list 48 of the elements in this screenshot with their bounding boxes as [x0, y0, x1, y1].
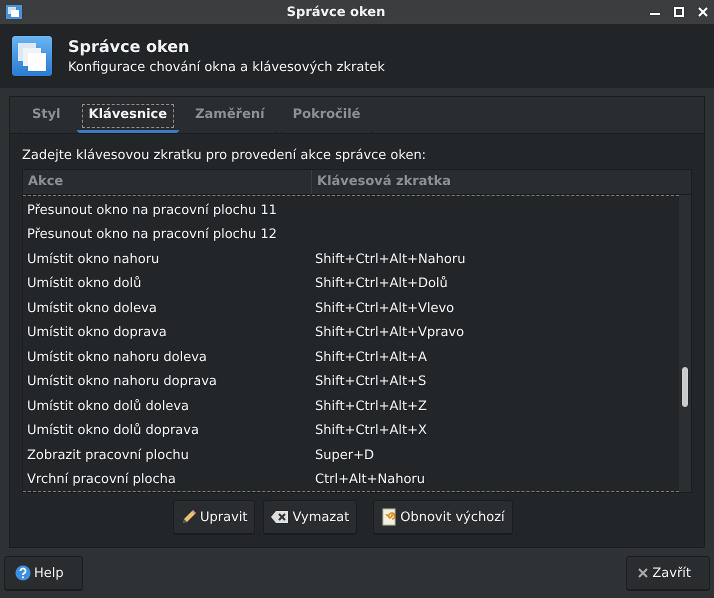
help-icon [15, 565, 31, 581]
close-icon[interactable] [698, 7, 708, 17]
tab[interactable]: Zaměření [183, 99, 277, 133]
table-cell-text: Zobrazit pracovní plochu [26, 448, 190, 463]
table-cell-text: Umístit okno nahoru doprava [26, 374, 218, 390]
edit-button[interactable]: Upravit [173, 500, 256, 534]
table-cell-text: Umístit okno doprava [26, 325, 168, 340]
header-subtitle: Konfigurace chování okna a klávesových zkratek [68, 60, 385, 75]
window-manager-icon [12, 36, 52, 76]
instruction-text: Zadejte klávesovou zkratku pro provedení akce správce oken: [22, 148, 428, 163]
table-cell-text: Shift+Ctrl+Alt+Vlevo [314, 300, 456, 316]
header-title: Správce oken [68, 37, 190, 56]
table-cell-text: Shift+Ctrl+Alt+Dolů [314, 276, 449, 292]
help-button[interactable]: Help [4, 556, 83, 590]
table-cell-text: Shift+Ctrl+Alt+Z [314, 398, 428, 414]
tab[interactable]: Pokročilé [280, 99, 372, 133]
table-cell-text: Shift+Ctrl+Alt+Nahoru [314, 252, 466, 267]
reset-button[interactable]: Obnovit výchozí [373, 500, 513, 534]
table-cell-text: Umístit okno nahoru doleva [26, 350, 208, 365]
window-manager-icon [6, 4, 22, 20]
table-cell-text: Umístit okno nahoru [26, 252, 160, 267]
table-cell-text: Umístit okno doleva [26, 300, 158, 316]
table-cell-text: Shift+Ctrl+Alt+S [314, 374, 428, 390]
table-cell-text: Shift+Ctrl+Alt+Vpravo [314, 325, 466, 340]
table-cell-text: Umístit okno dolů [26, 276, 142, 292]
pencil-icon [181, 509, 197, 525]
tab[interactable]: Klávesnice [76, 99, 180, 133]
close-button[interactable]: Zavřít [626, 556, 710, 590]
table-cell-text: Shift+Ctrl+Alt+X [314, 423, 428, 438]
close-icon [637, 567, 650, 579]
table-cell-text: Ctrl+Alt+Nahoru [314, 472, 426, 488]
table-cell-text: Přesunout okno na pracovní plochu 11 [26, 202, 278, 218]
table-cell-text: Super+D [314, 448, 375, 463]
column-header[interactable]: Klávesová zkratka [311, 170, 691, 194]
clear-button[interactable]: Vymazat [263, 500, 358, 534]
table-cell-text: Umístit okno dolů doleva [26, 398, 190, 414]
scrollbar[interactable] [679, 195, 691, 492]
column-header[interactable]: Akce [23, 170, 311, 194]
table-cell-text: Vrchní pracovní plocha [26, 472, 177, 488]
table-cell-text: Umístit okno dolů doprava [26, 423, 200, 438]
backspace-icon [271, 510, 290, 524]
document-undo-icon [381, 508, 398, 526]
tab[interactable]: Styl [20, 99, 73, 133]
table-cell-text: Shift+Ctrl+Alt+A [314, 350, 428, 365]
maximize-icon[interactable] [674, 7, 684, 17]
scrollbar-thumb[interactable] [682, 367, 688, 407]
table-cell-text: Přesunout okno na pracovní plochu 12 [26, 227, 278, 242]
window-title: Správce oken [286, 4, 386, 20]
